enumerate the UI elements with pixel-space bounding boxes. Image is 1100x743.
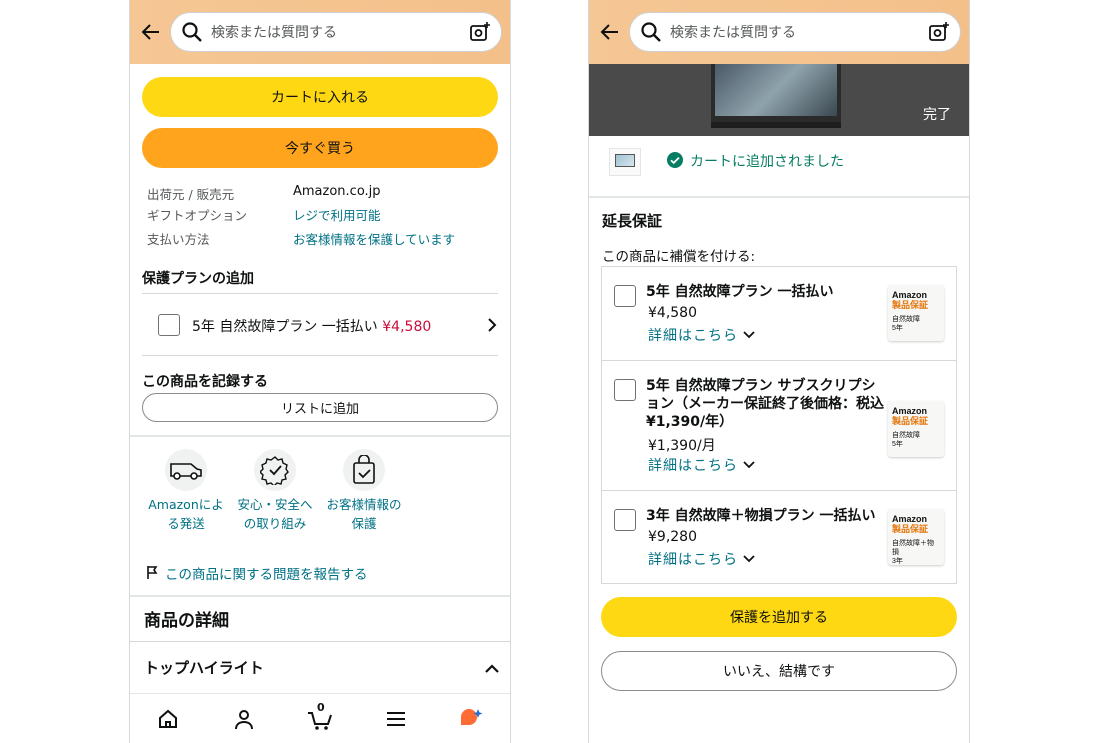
search-input[interactable]: 検索または質問する: [211, 22, 469, 42]
camera-search-icon[interactable]: [469, 21, 491, 43]
amazon-warranty-badge: Amazon 製品保証 自然故障＋物損 3年: [888, 509, 944, 565]
search-icon: [640, 21, 662, 43]
protection-plan-option[interactable]: 5年 自然故障プラン 一括払い ¥4,580: [192, 316, 431, 336]
plan-checkbox[interactable]: [614, 509, 636, 531]
info-value-shipper: Amazon.co.jp: [293, 184, 381, 199]
search-input[interactable]: 検索または質問する: [670, 22, 928, 42]
section-divider: [589, 196, 969, 198]
buy-now-button[interactable]: 今すぐ買う: [142, 128, 498, 168]
chevron-down-icon: [743, 461, 756, 469]
plan-price: ¥9,280: [648, 529, 697, 545]
product-thumbnail: [609, 148, 641, 176]
report-issue-link[interactable]: この商品に関する問題を報告する: [165, 563, 368, 583]
protection-plan-checkbox[interactable]: [158, 314, 180, 336]
add-protection-button[interactable]: 保護を追加する: [601, 597, 957, 637]
camera-search-icon[interactable]: [928, 21, 950, 43]
plan-checkbox[interactable]: [614, 285, 636, 307]
cart-count: 0: [317, 700, 325, 714]
feature-safety[interactable]: 安心・安全への取り組み: [235, 449, 315, 533]
feature-label: Amazonによる発送: [148, 497, 224, 531]
plan-details-link[interactable]: 詳細はこちら: [648, 455, 756, 475]
record-heading: この商品を記録する: [142, 374, 268, 390]
plan-option[interactable]: 5年 自然故障プラン 一括払い ¥4,580 詳細はこちら Amazon 製品保…: [602, 267, 956, 361]
plan-price: ¥1,390/月: [648, 438, 716, 454]
info-value-payment[interactable]: お客様情報を保護しています: [293, 229, 455, 248]
plan-option[interactable]: 5年 自然故障プラン サブスクリプション（メーカー保証終了後価格：税込 ¥1,3…: [602, 361, 956, 491]
feature-label: お客様情報の保護: [326, 497, 402, 531]
search-bar[interactable]: 検索または質問する: [629, 12, 961, 52]
feature-label: 安心・安全への取り組み: [237, 497, 313, 531]
assistant-icon[interactable]: [458, 705, 486, 733]
search-bar[interactable]: 検索または質問する: [170, 12, 502, 52]
add-to-list-button[interactable]: リストに追加: [142, 393, 498, 422]
laptop-image: [711, 64, 841, 128]
chevron-down-icon: [743, 331, 756, 339]
product-details-heading: 商品の詳細: [144, 611, 229, 631]
warranty-heading: 延長保証: [602, 212, 663, 230]
feature-amazon-delivery[interactable]: Amazonによる発送: [146, 449, 226, 533]
back-arrow-icon[interactable]: [138, 19, 164, 45]
search-icon: [181, 21, 203, 43]
add-to-cart-button[interactable]: カートに入れる: [142, 77, 498, 117]
bottom-navigation: 0: [130, 693, 510, 743]
top-highlights-heading[interactable]: トップハイライト: [144, 657, 264, 678]
info-value-gift[interactable]: レジで利用可能: [293, 205, 381, 224]
amazon-warranty-badge: Amazon 製品保証 自然故障 5年: [888, 401, 944, 457]
warranty-plan-list: 5年 自然故障プラン 一括払い ¥4,580 詳細はこちら Amazon 製品保…: [601, 266, 957, 584]
plan-option[interactable]: 3年 自然故障＋物損プラン 一括払い ¥9,280 詳細はこちら Amazon …: [602, 491, 956, 585]
chevron-right-icon[interactable]: [486, 317, 498, 337]
info-label-payment: 支払い方法: [147, 232, 210, 247]
chevron-up-icon[interactable]: [484, 660, 500, 679]
flag-icon: [146, 564, 158, 583]
cart-icon[interactable]: 0: [306, 701, 334, 733]
section-divider: [130, 435, 510, 437]
check-circle-icon: [667, 152, 683, 172]
divider: [130, 641, 510, 642]
home-icon[interactable]: [154, 705, 182, 733]
delivery-van-icon: [165, 449, 207, 491]
protection-plan-label: 5年 自然故障プラン 一括払い: [192, 319, 378, 335]
divider: [142, 355, 498, 356]
divider: [142, 293, 498, 294]
account-icon[interactable]: [230, 705, 258, 733]
info-label-gift: ギフトオプション: [147, 208, 248, 223]
no-thanks-button[interactable]: いいえ、結構です: [601, 651, 957, 691]
plan-checkbox[interactable]: [614, 379, 636, 401]
plan-details-link[interactable]: 詳細はこちら: [648, 325, 756, 345]
added-to-cart-message: カートに追加されました: [690, 154, 844, 170]
dimmed-overlay: 完了: [589, 64, 969, 136]
protection-plan-heading: 保護プランの追加: [142, 271, 254, 287]
protection-plan-price: ¥4,580: [382, 319, 432, 335]
safety-badge-icon: [254, 449, 296, 491]
plan-details-link[interactable]: 詳細はこちら: [648, 549, 756, 569]
secure-bag-icon: [343, 449, 385, 491]
info-label-shipper: 出荷元 / 販売元: [147, 187, 235, 202]
back-arrow-icon[interactable]: [597, 19, 623, 45]
top-bar: 検索または質問する: [589, 0, 969, 64]
warranty-subheading: この商品に補償を付ける:: [602, 249, 756, 265]
plan-title: 3年 自然故障＋物損プラン 一括払い: [646, 508, 876, 524]
plan-title: 5年 自然故障プラン 一括払い: [646, 284, 834, 300]
product-page-screen: 検索または質問する カートに入れる 今すぐ買う 出荷元 / 販売元 Amazon…: [129, 0, 511, 743]
amazon-warranty-badge: Amazon 製品保証 自然故障 5年: [888, 285, 944, 341]
top-bar: 検索または質問する: [130, 0, 510, 64]
plan-price: ¥4,580: [648, 305, 697, 321]
plan-title: 5年 自然故障プラン サブスクリプション（メーカー保証終了後価格：税込 ¥1,3…: [646, 378, 884, 430]
protection-sheet-screen: 検索または質問する 完了 カートに追加されました 延長保証 この商品に補償を付け…: [588, 0, 970, 743]
chevron-down-icon: [743, 555, 756, 563]
section-divider: [130, 595, 510, 597]
feature-privacy[interactable]: お客様情報の保護: [324, 449, 404, 533]
menu-icon[interactable]: [382, 705, 410, 733]
done-button[interactable]: 完了: [923, 104, 951, 124]
